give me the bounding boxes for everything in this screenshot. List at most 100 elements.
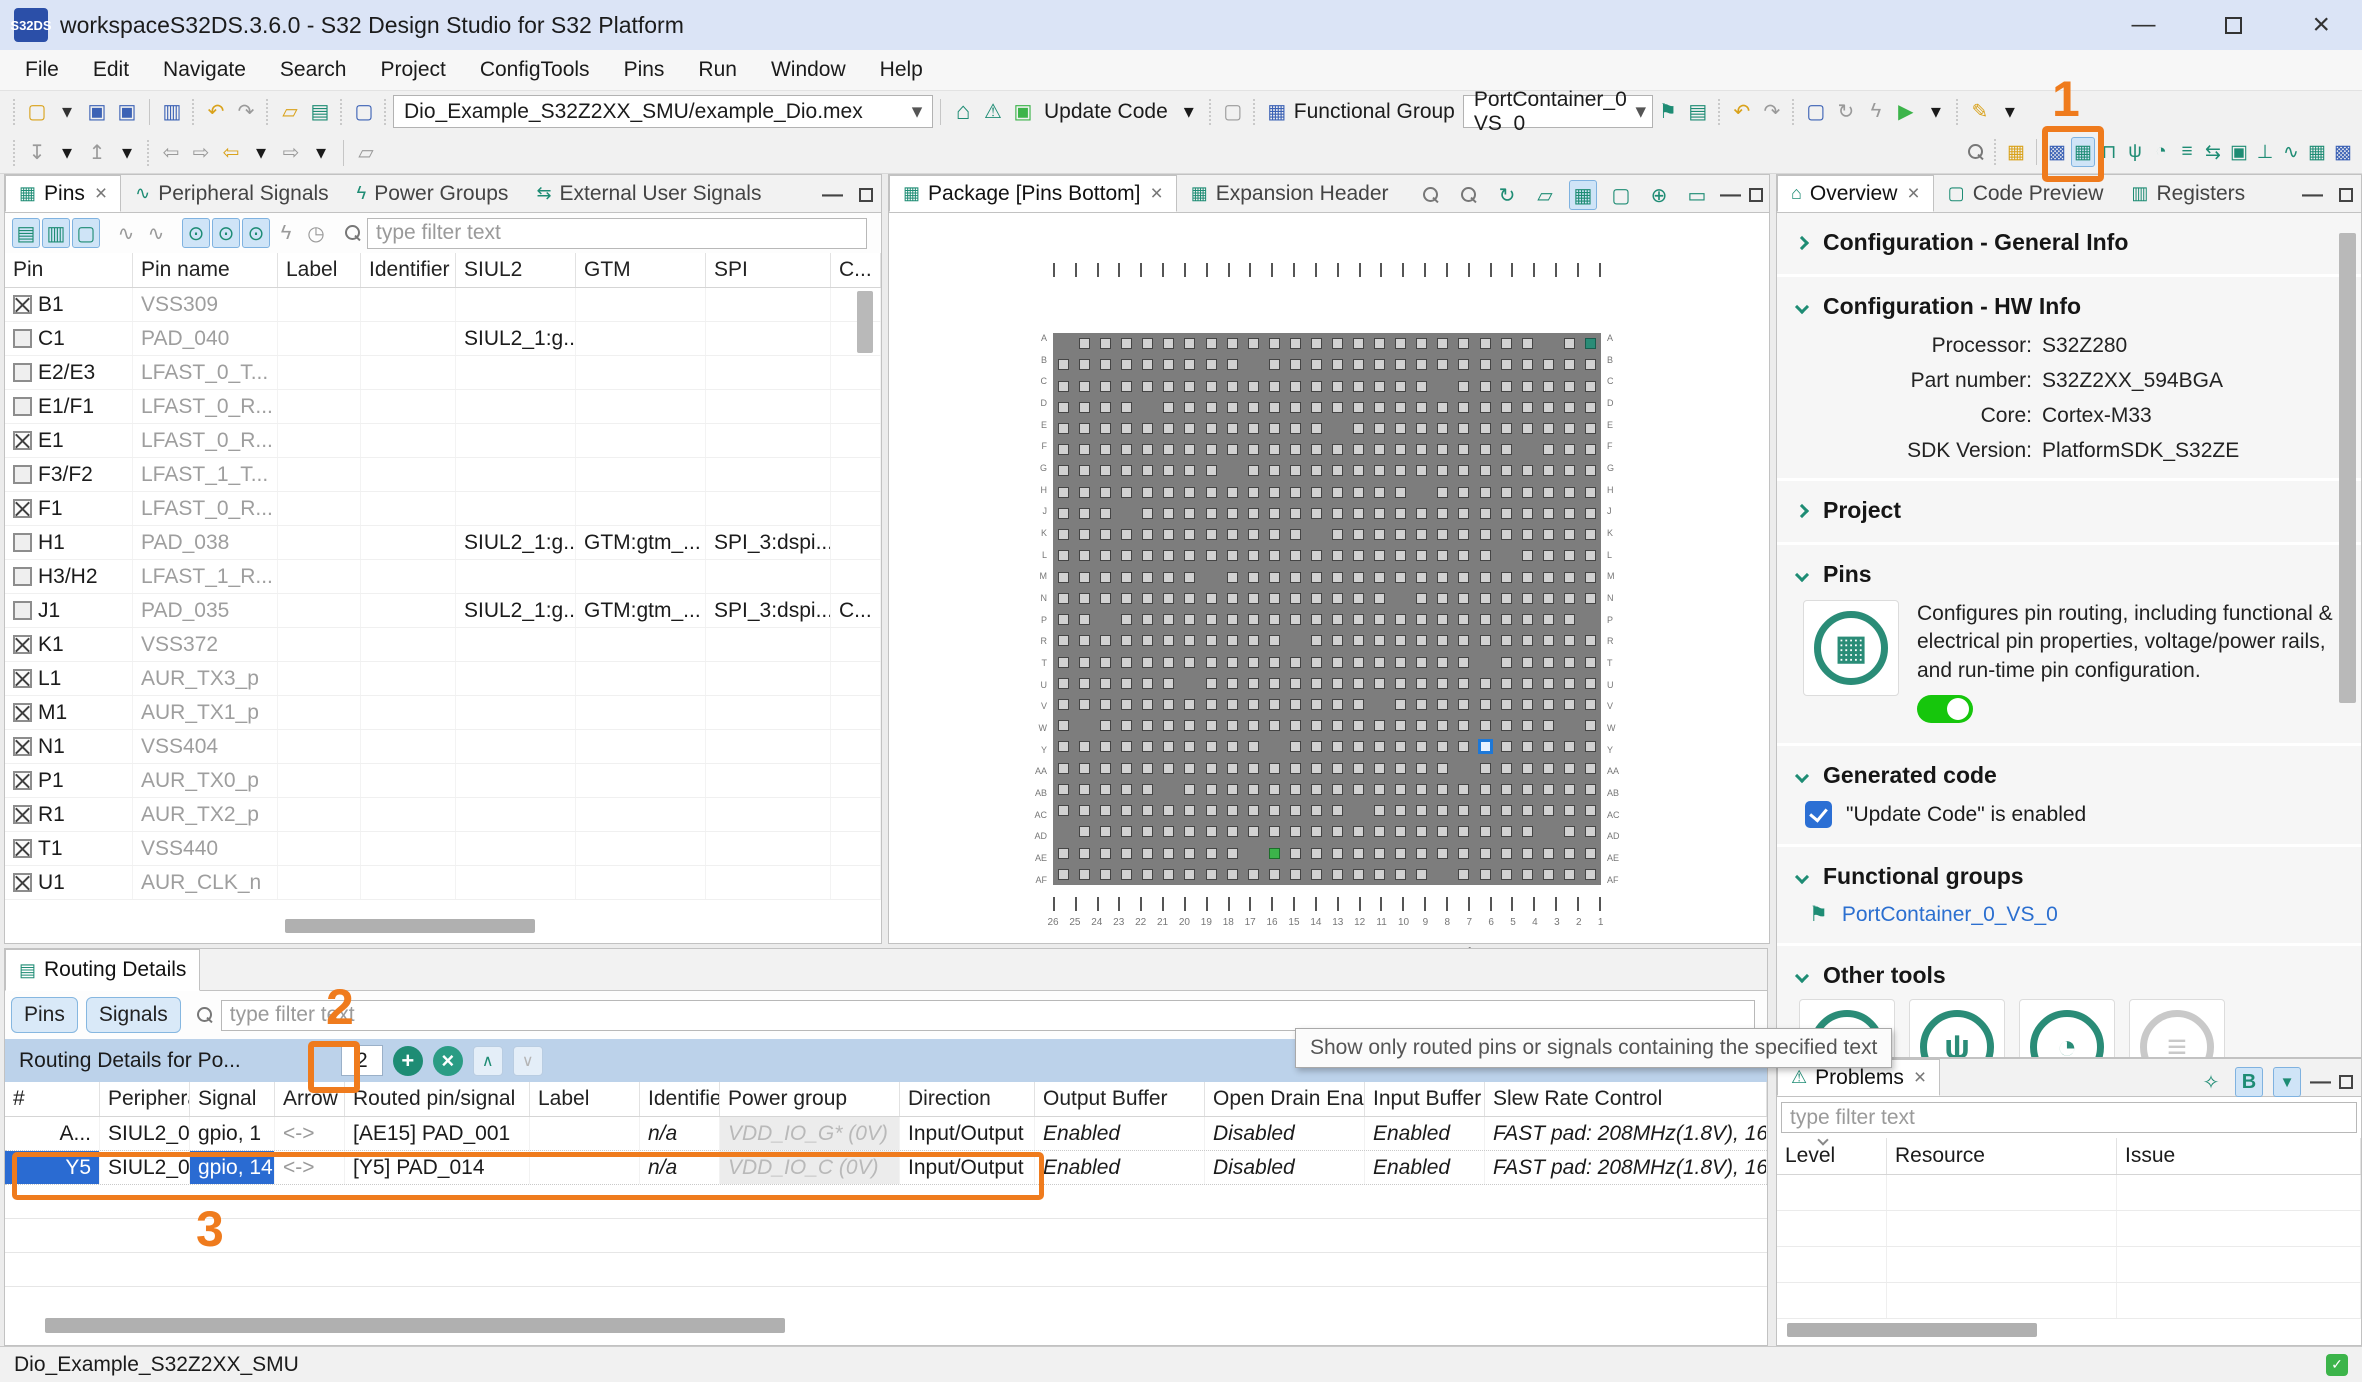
pin-checkbox[interactable]: [13, 431, 32, 450]
cell-label[interactable]: [278, 424, 361, 457]
pins-filter-input[interactable]: [367, 218, 867, 249]
refresh-icon[interactable]: [1832, 97, 1860, 127]
run-dropdown[interactable]: ▾: [1922, 97, 1950, 127]
cell-can[interactable]: [831, 764, 881, 797]
cell-pin-name[interactable]: VSS372: [133, 628, 278, 661]
cell-gtm[interactable]: [576, 764, 706, 797]
menu-project[interactable]: Project: [363, 50, 462, 90]
cell-signal[interactable]: gpio, 1: [190, 1117, 275, 1150]
cell-pin-name[interactable]: AUR_TX0_p: [133, 764, 278, 797]
forward-history-button[interactable]: [277, 138, 305, 168]
cell-siul2[interactable]: [456, 560, 576, 593]
cell-pin-name[interactable]: AUR_TX1_p: [133, 696, 278, 729]
cell-gtm[interactable]: [576, 322, 706, 355]
cell-identifier[interactable]: n/a: [640, 1117, 720, 1150]
cell-label[interactable]: [278, 458, 361, 491]
pin-checkbox[interactable]: [13, 363, 32, 382]
pins-table-row[interactable]: N1VSS404: [5, 730, 881, 764]
cell-siul2[interactable]: [456, 696, 576, 729]
problems-filter-input[interactable]: [1781, 1102, 2357, 1133]
cell-identifier[interactable]: [361, 356, 456, 389]
cell-siul2[interactable]: [456, 458, 576, 491]
collapse-icon[interactable]: [1795, 567, 1809, 581]
column-header[interactable]: SIUL2: [456, 253, 576, 287]
column-header[interactable]: Input Buffer: [1365, 1082, 1485, 1116]
export-dropdown[interactable]: ▾: [113, 138, 141, 168]
problems-horizontal-scrollbar[interactable]: [1787, 1323, 2037, 1337]
close-tab-icon[interactable]: ×: [1150, 182, 1162, 206]
cell-can[interactable]: [831, 526, 881, 559]
cell-gtm[interactable]: [576, 730, 706, 763]
cell-siul2[interactable]: [456, 832, 576, 865]
cell-gtm[interactable]: [576, 866, 706, 899]
undo-button[interactable]: [202, 97, 230, 127]
pins-table-row[interactable]: B1VSS309: [5, 288, 881, 322]
cell-siul2[interactable]: SIUL2_1:g...: [456, 594, 576, 627]
cell-siul2[interactable]: SIUL2_1:g...: [456, 526, 576, 559]
pins-table-row[interactable]: F1LFAST_0_R...: [5, 492, 881, 526]
cell-pin-name[interactable]: LFAST_1_R...: [133, 560, 278, 593]
cell-can[interactable]: [831, 458, 881, 491]
minimize-view-button[interactable]: —: [2302, 183, 2323, 207]
pins-table-row[interactable]: L1AUR_TX3_p: [5, 662, 881, 696]
zoom-out-button[interactable]: [1455, 180, 1483, 210]
column-header[interactable]: C...: [831, 253, 881, 287]
flag-icon[interactable]: [1654, 97, 1682, 127]
menu-run[interactable]: Run: [681, 50, 754, 90]
cell-spi[interactable]: [706, 696, 831, 729]
cell-label[interactable]: [278, 390, 361, 423]
run-button[interactable]: [1892, 97, 1920, 127]
cell-identifier[interactable]: [361, 696, 456, 729]
cell-peripheral[interactable]: SIUL2_0: [100, 1117, 190, 1150]
cell-can[interactable]: [831, 730, 881, 763]
cell-can[interactable]: [831, 832, 881, 865]
cell-siul2[interactable]: [456, 356, 576, 389]
cell-spi[interactable]: SPI_3:dspi...: [706, 594, 831, 627]
cell-gtm[interactable]: [576, 390, 706, 423]
routed-ball[interactable]: [1269, 848, 1280, 859]
cell-label[interactable]: [278, 730, 361, 763]
new-file-dropdown[interactable]: ▾: [53, 97, 81, 127]
cell-pin-name[interactable]: LFAST_0_R...: [133, 492, 278, 525]
cell-identifier[interactable]: [361, 424, 456, 457]
package-settings-button[interactable]: [1645, 180, 1673, 210]
filter-funnel-icon[interactable]: [2273, 1067, 2301, 1097]
tab-external-user-signals[interactable]: External User Signals: [522, 175, 775, 212]
cell-label[interactable]: [278, 594, 361, 627]
cell-spi[interactable]: [706, 288, 831, 321]
close-tab-icon[interactable]: ×: [1914, 1066, 1926, 1090]
power-filter-button[interactable]: [272, 218, 300, 248]
cell-pin-name[interactable]: VSS404: [133, 730, 278, 763]
cell-can[interactable]: [831, 492, 881, 525]
new-source-button[interactable]: [276, 97, 304, 127]
problems-table-header[interactable]: LevelResourceIssue: [1777, 1138, 2361, 1175]
maximize-view-button[interactable]: [2339, 188, 2353, 202]
dcd-tool-icon[interactable]: [2279, 137, 2303, 167]
cell-pin-name[interactable]: PAD_035: [133, 594, 278, 627]
search-button[interactable]: [1964, 137, 1988, 167]
cell-pin-name[interactable]: LFAST_0_R...: [133, 390, 278, 423]
import-dropdown[interactable]: ▾: [53, 138, 81, 168]
cell-power-group[interactable]: VDD_IO_G* (0V): [720, 1117, 900, 1150]
cell-spi[interactable]: [706, 662, 831, 695]
cell-can[interactable]: [831, 628, 881, 661]
redo-config-button[interactable]: [1758, 97, 1786, 127]
tab-expansion-header[interactable]: Expansion Header: [1177, 175, 1403, 212]
cell-gtm[interactable]: [576, 628, 706, 661]
cell-spi[interactable]: [706, 832, 831, 865]
cell-label[interactable]: [278, 866, 361, 899]
maximize-view-button[interactable]: [2339, 1075, 2353, 1089]
column-header[interactable]: SPI: [706, 253, 831, 287]
cell-identifier[interactable]: [361, 288, 456, 321]
maximize-window-button[interactable]: [2225, 17, 2242, 34]
cell-open-drain[interactable]: Disabled: [1205, 1117, 1365, 1150]
routing-horizontal-scrollbar[interactable]: [45, 1318, 785, 1333]
cell-siul2[interactable]: SIUL2_1:g...: [456, 322, 576, 355]
minimize-view-button[interactable]: —: [1720, 183, 1741, 207]
tab-power-groups[interactable]: Power Groups: [343, 175, 523, 212]
cell-identifier[interactable]: [361, 458, 456, 491]
section-general-info[interactable]: Configuration - General Info: [1777, 213, 2361, 277]
undo-config-button[interactable]: [1728, 97, 1756, 127]
cell-label[interactable]: [278, 628, 361, 661]
cell-can[interactable]: C...: [831, 594, 881, 627]
